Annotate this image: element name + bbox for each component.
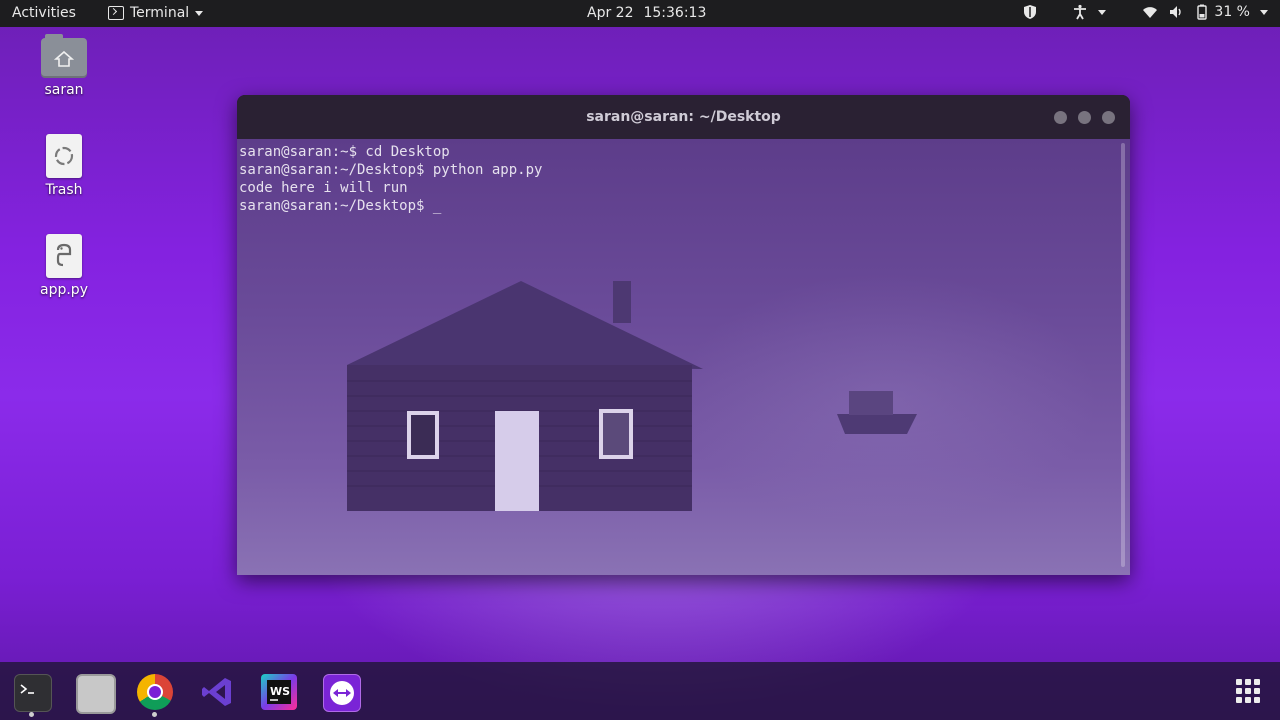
desktop-icon-trash[interactable]: Trash: [24, 134, 104, 198]
volume-icon[interactable]: [1168, 4, 1184, 20]
desktop-icon-label: Trash: [45, 182, 83, 198]
files-icon[interactable]: [76, 674, 116, 714]
desktop-icon-home[interactable]: saran: [24, 34, 104, 98]
system-tray[interactable]: 31 %: [1022, 4, 1268, 20]
terminal-line: code here i will run: [239, 180, 408, 196]
running-indicator: [152, 712, 157, 717]
dock: WS: [0, 662, 1280, 720]
terminal-scrollbar[interactable]: [1121, 143, 1125, 567]
running-indicator: [29, 712, 34, 717]
svg-text:WS: WS: [270, 685, 290, 698]
chevron-down-icon: [195, 10, 204, 16]
terminal-icon[interactable]: [14, 674, 52, 712]
shield-icon[interactable]: [1022, 4, 1038, 20]
battery-percentage: 31 %: [1214, 4, 1250, 20]
wifi-icon[interactable]: [1142, 4, 1158, 20]
terminal-line: saran@saran:~$ cd Desktop: [239, 144, 450, 160]
top-bar: Activities Terminal Apr 22 15:36:13 31 %: [0, 0, 1280, 27]
terminal-title: saran@saran: ~/Desktop: [586, 109, 781, 125]
terminal-icon: [108, 6, 124, 20]
close-icon[interactable]: [1102, 111, 1115, 124]
clock-date: Apr 22: [587, 5, 634, 21]
terminal-line: saran@saran:~/Desktop$ python app.py: [239, 162, 543, 178]
teamviewer-icon[interactable]: [323, 674, 361, 712]
clock-time: 15:36:13: [643, 5, 707, 21]
home-folder-icon: [41, 34, 87, 78]
activities-button[interactable]: Activities: [12, 5, 76, 21]
battery-icon[interactable]: [1194, 4, 1210, 20]
desktop-icon-label: app.py: [40, 282, 88, 298]
python-file-icon: [46, 234, 82, 278]
chevron-down-icon[interactable]: [1260, 9, 1268, 15]
webstorm-icon[interactable]: WS: [261, 674, 297, 710]
clock[interactable]: Apr 22 15:36:13: [587, 5, 706, 21]
show-applications-icon[interactable]: [1236, 679, 1260, 703]
app-menu-label: Terminal: [130, 5, 190, 21]
terminal-body[interactable]: saran@saran:~$ cd Desktop saran@saran:~/D…: [237, 139, 1130, 575]
chrome-icon[interactable]: [137, 674, 173, 710]
terminal-output[interactable]: saran@saran:~$ cd Desktop saran@saran:~/D…: [239, 143, 542, 215]
boat-image: [837, 391, 917, 434]
house-image: [347, 281, 703, 511]
vscode-icon[interactable]: [199, 674, 235, 710]
minimize-icon[interactable]: [1054, 111, 1067, 124]
terminal-line: saran@saran:~/Desktop$ _: [239, 198, 442, 214]
terminal-titlebar[interactable]: saran@saran: ~/Desktop: [237, 95, 1130, 139]
accessibility-icon[interactable]: [1072, 4, 1088, 20]
terminal-window[interactable]: saran@saran: ~/Desktop saran@saran:~$ cd…: [237, 95, 1130, 575]
trash-icon: [46, 134, 82, 178]
chevron-down-icon[interactable]: [1098, 9, 1107, 15]
app-menu[interactable]: Terminal: [108, 5, 204, 21]
desktop-icon-label: saran: [44, 82, 84, 98]
desktop-icon-app-py[interactable]: app.py: [24, 234, 104, 298]
maximize-icon[interactable]: [1078, 111, 1091, 124]
